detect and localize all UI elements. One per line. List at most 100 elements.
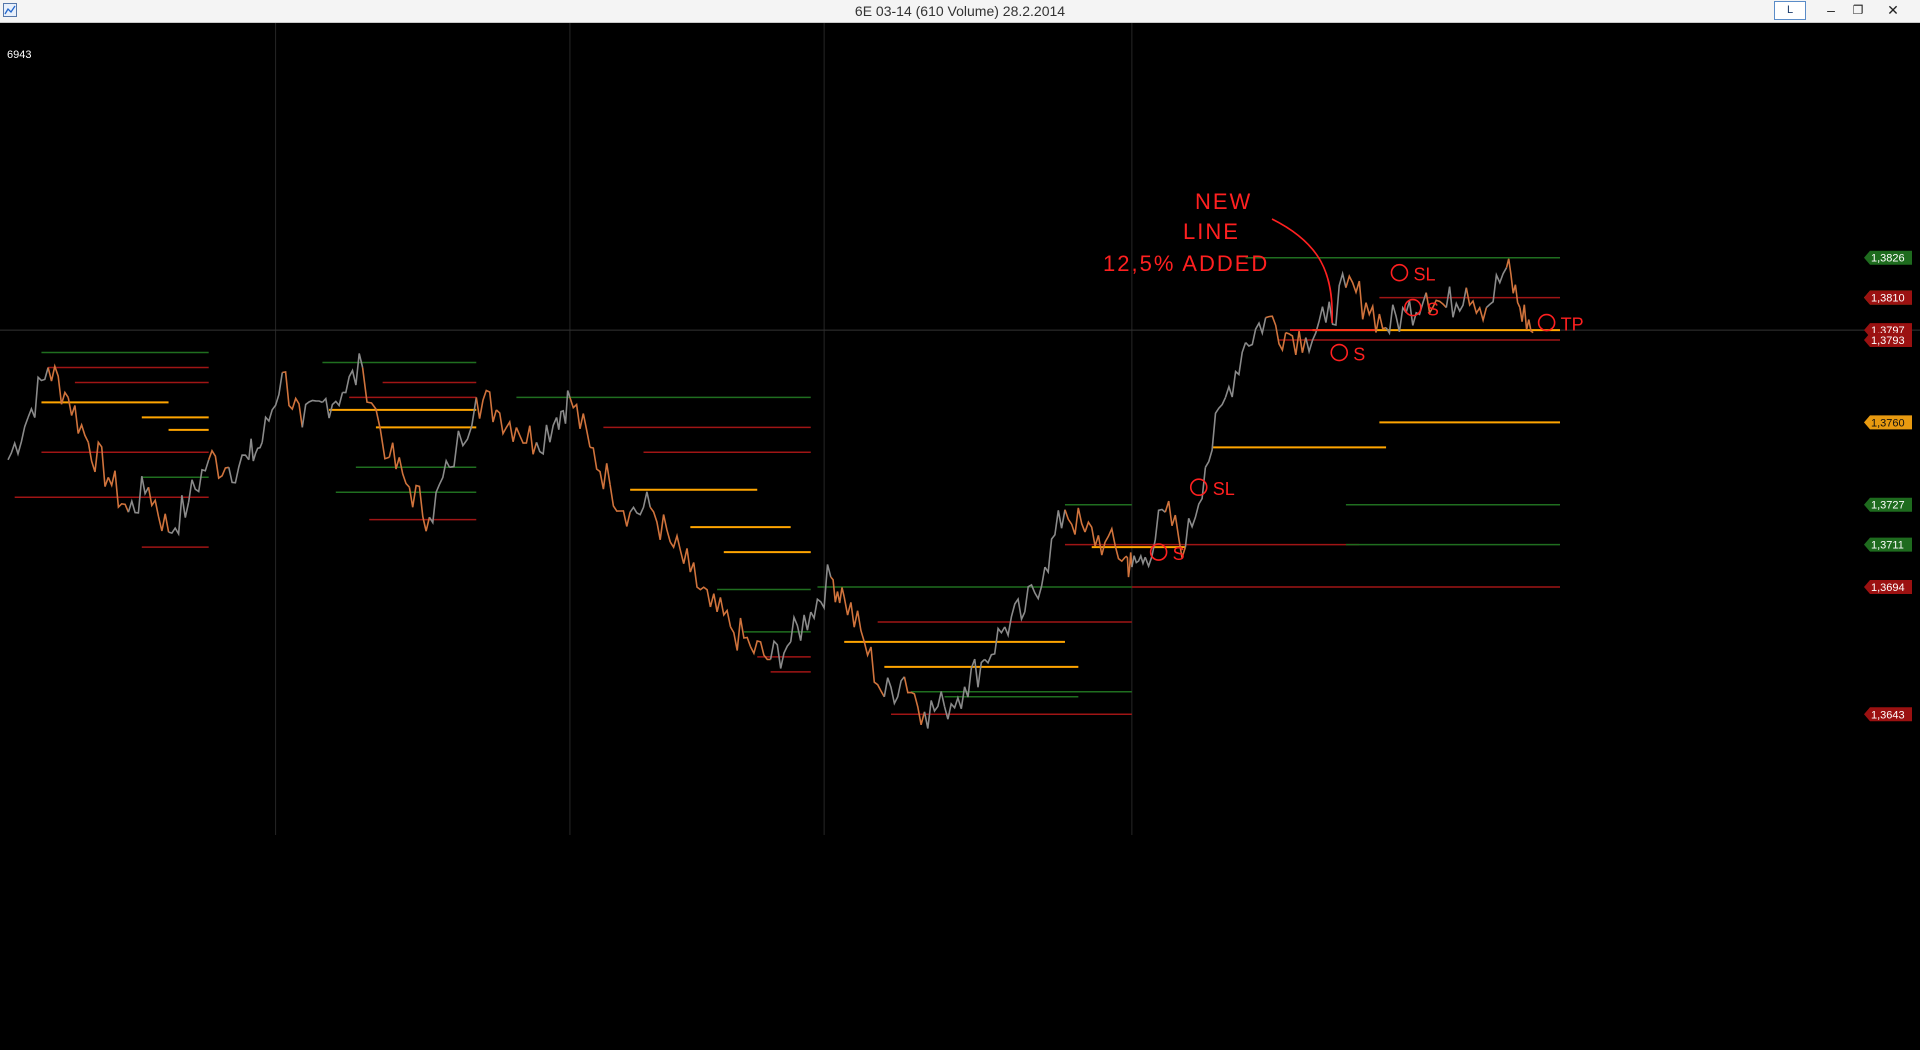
price-segment-24	[475, 389, 498, 423]
price-segment-29	[569, 397, 591, 448]
price-segment-69	[1345, 274, 1367, 320]
price-tag-8: 1,3711	[1864, 537, 1912, 552]
line-toggle-button[interactable]: L	[1774, 1, 1806, 20]
price-segment-28	[555, 390, 571, 430]
price-segment-53	[1044, 509, 1066, 575]
annotation-circle-3	[1330, 343, 1349, 362]
price-tag-5: 1,3793	[1864, 333, 1912, 348]
annotation-circle-1	[1189, 478, 1208, 497]
price-segment-76	[1485, 267, 1508, 309]
price-segment-35	[689, 562, 712, 608]
price-segment-30	[589, 446, 611, 490]
price-segment-9	[168, 495, 190, 537]
price-segment-5	[87, 440, 110, 487]
price-tag-7: 1,3727	[1864, 497, 1912, 512]
price-segment-39	[769, 639, 792, 669]
price-segment-34	[669, 532, 692, 573]
price-segment-1	[7, 417, 29, 461]
price-segment-17	[321, 392, 344, 419]
price-segment-20	[388, 442, 410, 488]
price-segment-23	[449, 397, 478, 469]
price-tag-3: 1,3810	[1864, 290, 1912, 305]
price-segment-64	[1245, 317, 1267, 347]
price-segment-71	[1385, 304, 1407, 336]
price-tag-label: 1,3694	[1871, 582, 1905, 594]
annotation-mark-5: S	[1427, 300, 1439, 320]
price-segment-52	[1024, 566, 1046, 613]
price-segment-6	[107, 470, 130, 513]
window-title: 6E 03-14 (610 Volume) 28.2.2014	[854, 3, 1066, 19]
price-segment-15	[282, 370, 304, 428]
price-segment-77	[1505, 258, 1521, 308]
price-tag-label: 1,3643	[1871, 709, 1905, 721]
price-segment-13	[248, 438, 263, 462]
price-segment-47	[923, 691, 946, 729]
price-segment-40	[789, 611, 812, 643]
price-tag-6: 1,3760	[1864, 415, 1912, 430]
price-segment-70	[1365, 302, 1387, 333]
price-segment-45	[883, 676, 906, 706]
price-segment-8	[147, 487, 170, 533]
price-segment-36	[709, 593, 732, 628]
price-segment-51	[1004, 596, 1026, 639]
price-tag-9: 1,3694	[1864, 580, 1912, 595]
price-segment-42	[830, 576, 845, 604]
price-tag-10: 1,3643	[1864, 707, 1912, 722]
price-segment-31	[609, 484, 631, 527]
price-segment-66	[1285, 330, 1307, 356]
minimize-button[interactable]: –	[1818, 0, 1844, 20]
price-tag-1: 1,3826	[1864, 250, 1912, 265]
price-segment-55	[1084, 520, 1106, 556]
price-segment-27	[535, 417, 558, 456]
price-segment-4	[67, 397, 90, 443]
price-segment-50	[984, 626, 1006, 665]
price-segment-14	[261, 372, 284, 443]
price-segment-3	[47, 363, 69, 405]
price-segment-63	[1224, 342, 1247, 398]
window-titlebar: 6E 03-14 (610 Volume) 28.2.2014 L – ❐ ✕	[0, 0, 1920, 23]
annotation-mark-3: S	[1353, 345, 1365, 365]
price-tag-label: 1,3810	[1871, 293, 1905, 305]
annotation-mark-6: TP	[1561, 315, 1584, 335]
price-segment-11	[207, 448, 229, 480]
price-tag-label: 1,3760	[1871, 417, 1905, 429]
price-segment-10	[187, 459, 210, 503]
price-segment-57	[1124, 552, 1133, 578]
price-segment-19	[361, 367, 390, 460]
price-segment-62	[1204, 397, 1227, 468]
price-segment-65	[1265, 315, 1287, 353]
price-segment-7	[127, 476, 150, 514]
price-segment-18	[342, 353, 364, 394]
price-segment-16	[301, 399, 323, 428]
price-segment-54	[1064, 507, 1086, 535]
close-button[interactable]: ✕	[1880, 0, 1906, 20]
annotation-note-line-2: LINE	[1183, 219, 1240, 244]
price-tag-label: 1,3711	[1871, 540, 1904, 552]
price-segment-26	[515, 425, 538, 455]
annotation-mark-2: S	[1173, 544, 1185, 564]
price-chart[interactable]: 1,38261,38101,38101,37971,37931,37601,37…	[0, 23, 1920, 1050]
price-tag-label: 1,3727	[1871, 500, 1905, 512]
restore-button[interactable]: ❐	[1845, 0, 1871, 20]
annotation-mark-4: SL	[1413, 265, 1435, 285]
price-segment-32	[629, 491, 651, 516]
price-segment-2	[27, 367, 49, 418]
annotation-circle-6	[1537, 313, 1556, 332]
price-segment-12	[228, 454, 250, 484]
price-segment-33	[649, 506, 672, 543]
annotation-note-line-3: 12,5% ADDED	[1103, 251, 1269, 276]
annotation-mark-1: SL	[1213, 479, 1235, 499]
price-segment-78	[1519, 304, 1534, 334]
price-segment-46	[903, 676, 926, 726]
price-tag-label: 1,3793	[1871, 335, 1905, 347]
price-segment-59	[1144, 508, 1166, 569]
price-segment-74	[1445, 286, 1468, 318]
price-segment-58	[1131, 553, 1146, 568]
annotation-circle-4	[1390, 263, 1409, 282]
annotation-note-line-1: NEW	[1195, 189, 1252, 214]
price-segment-75	[1465, 287, 1488, 324]
price-segment-37	[729, 617, 752, 651]
price-tag-label: 1,3826	[1871, 253, 1905, 265]
price-segment-44	[863, 641, 885, 698]
price-segment-43	[843, 596, 866, 643]
